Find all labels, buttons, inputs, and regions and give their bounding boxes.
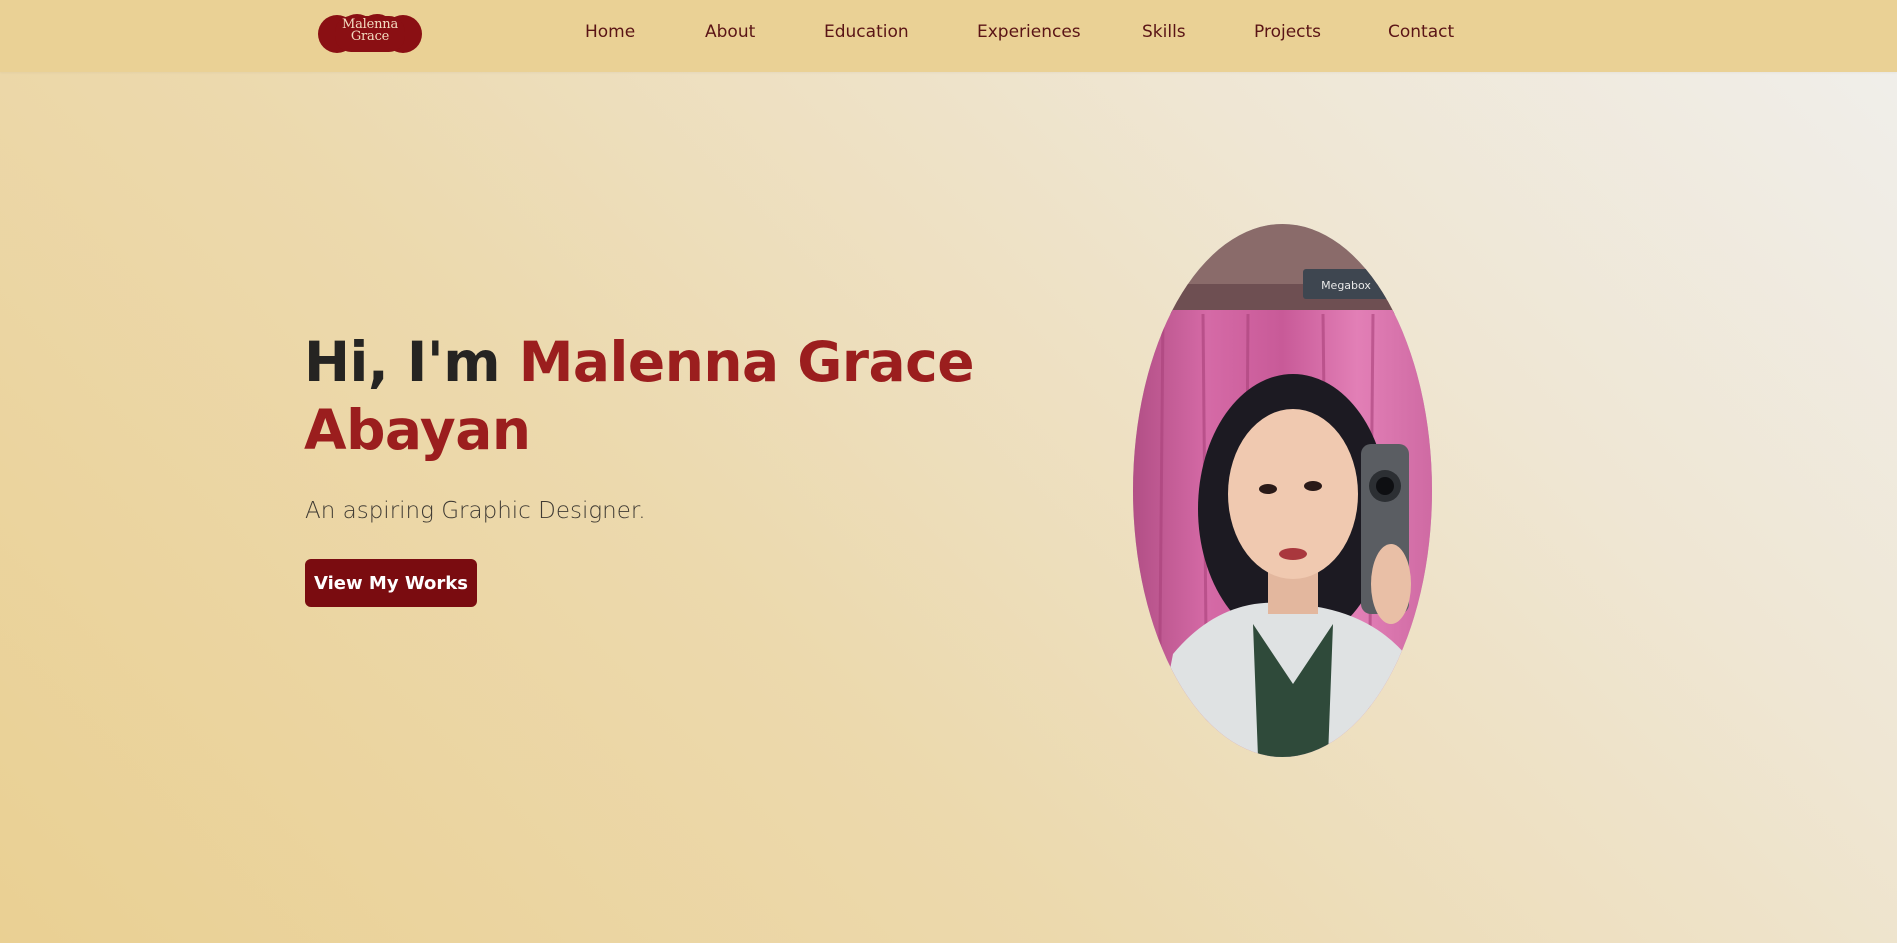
nav-link-contact[interactable]: Contact — [1388, 22, 1454, 42]
nav-link-skills[interactable]: Skills — [1142, 22, 1186, 42]
hero-subtitle: An aspiring Graphic Designer. — [305, 498, 646, 524]
nav-link-experiences[interactable]: Experiences — [977, 22, 1081, 42]
view-my-works-button[interactable]: View My Works — [305, 559, 477, 607]
megabox-sign: Megabox — [1321, 279, 1371, 292]
logo-line-2: Grace — [350, 29, 390, 44]
logo[interactable]: Malenna Grace — [317, 14, 423, 54]
logo-text: Malenna Grace — [317, 18, 423, 44]
nav-link-education[interactable]: Education — [824, 22, 909, 42]
hero-greeting: Hi, I'm — [304, 330, 519, 394]
profile-photo: Megabox — [1133, 224, 1432, 757]
hero-name-first: Malenna Grace — [518, 330, 975, 394]
nav-link-about[interactable]: About — [705, 22, 755, 42]
hero-title: Hi, I'm Malenna Grace Abayan — [304, 328, 1004, 464]
profile-photo-illustration: Megabox — [1133, 224, 1432, 757]
nav-link-home[interactable]: Home — [585, 22, 635, 42]
hero-name-last: Abayan — [304, 398, 531, 462]
nav-link-projects[interactable]: Projects — [1254, 22, 1321, 42]
navbar: Malenna Grace Home About Education Exper… — [0, 0, 1897, 72]
